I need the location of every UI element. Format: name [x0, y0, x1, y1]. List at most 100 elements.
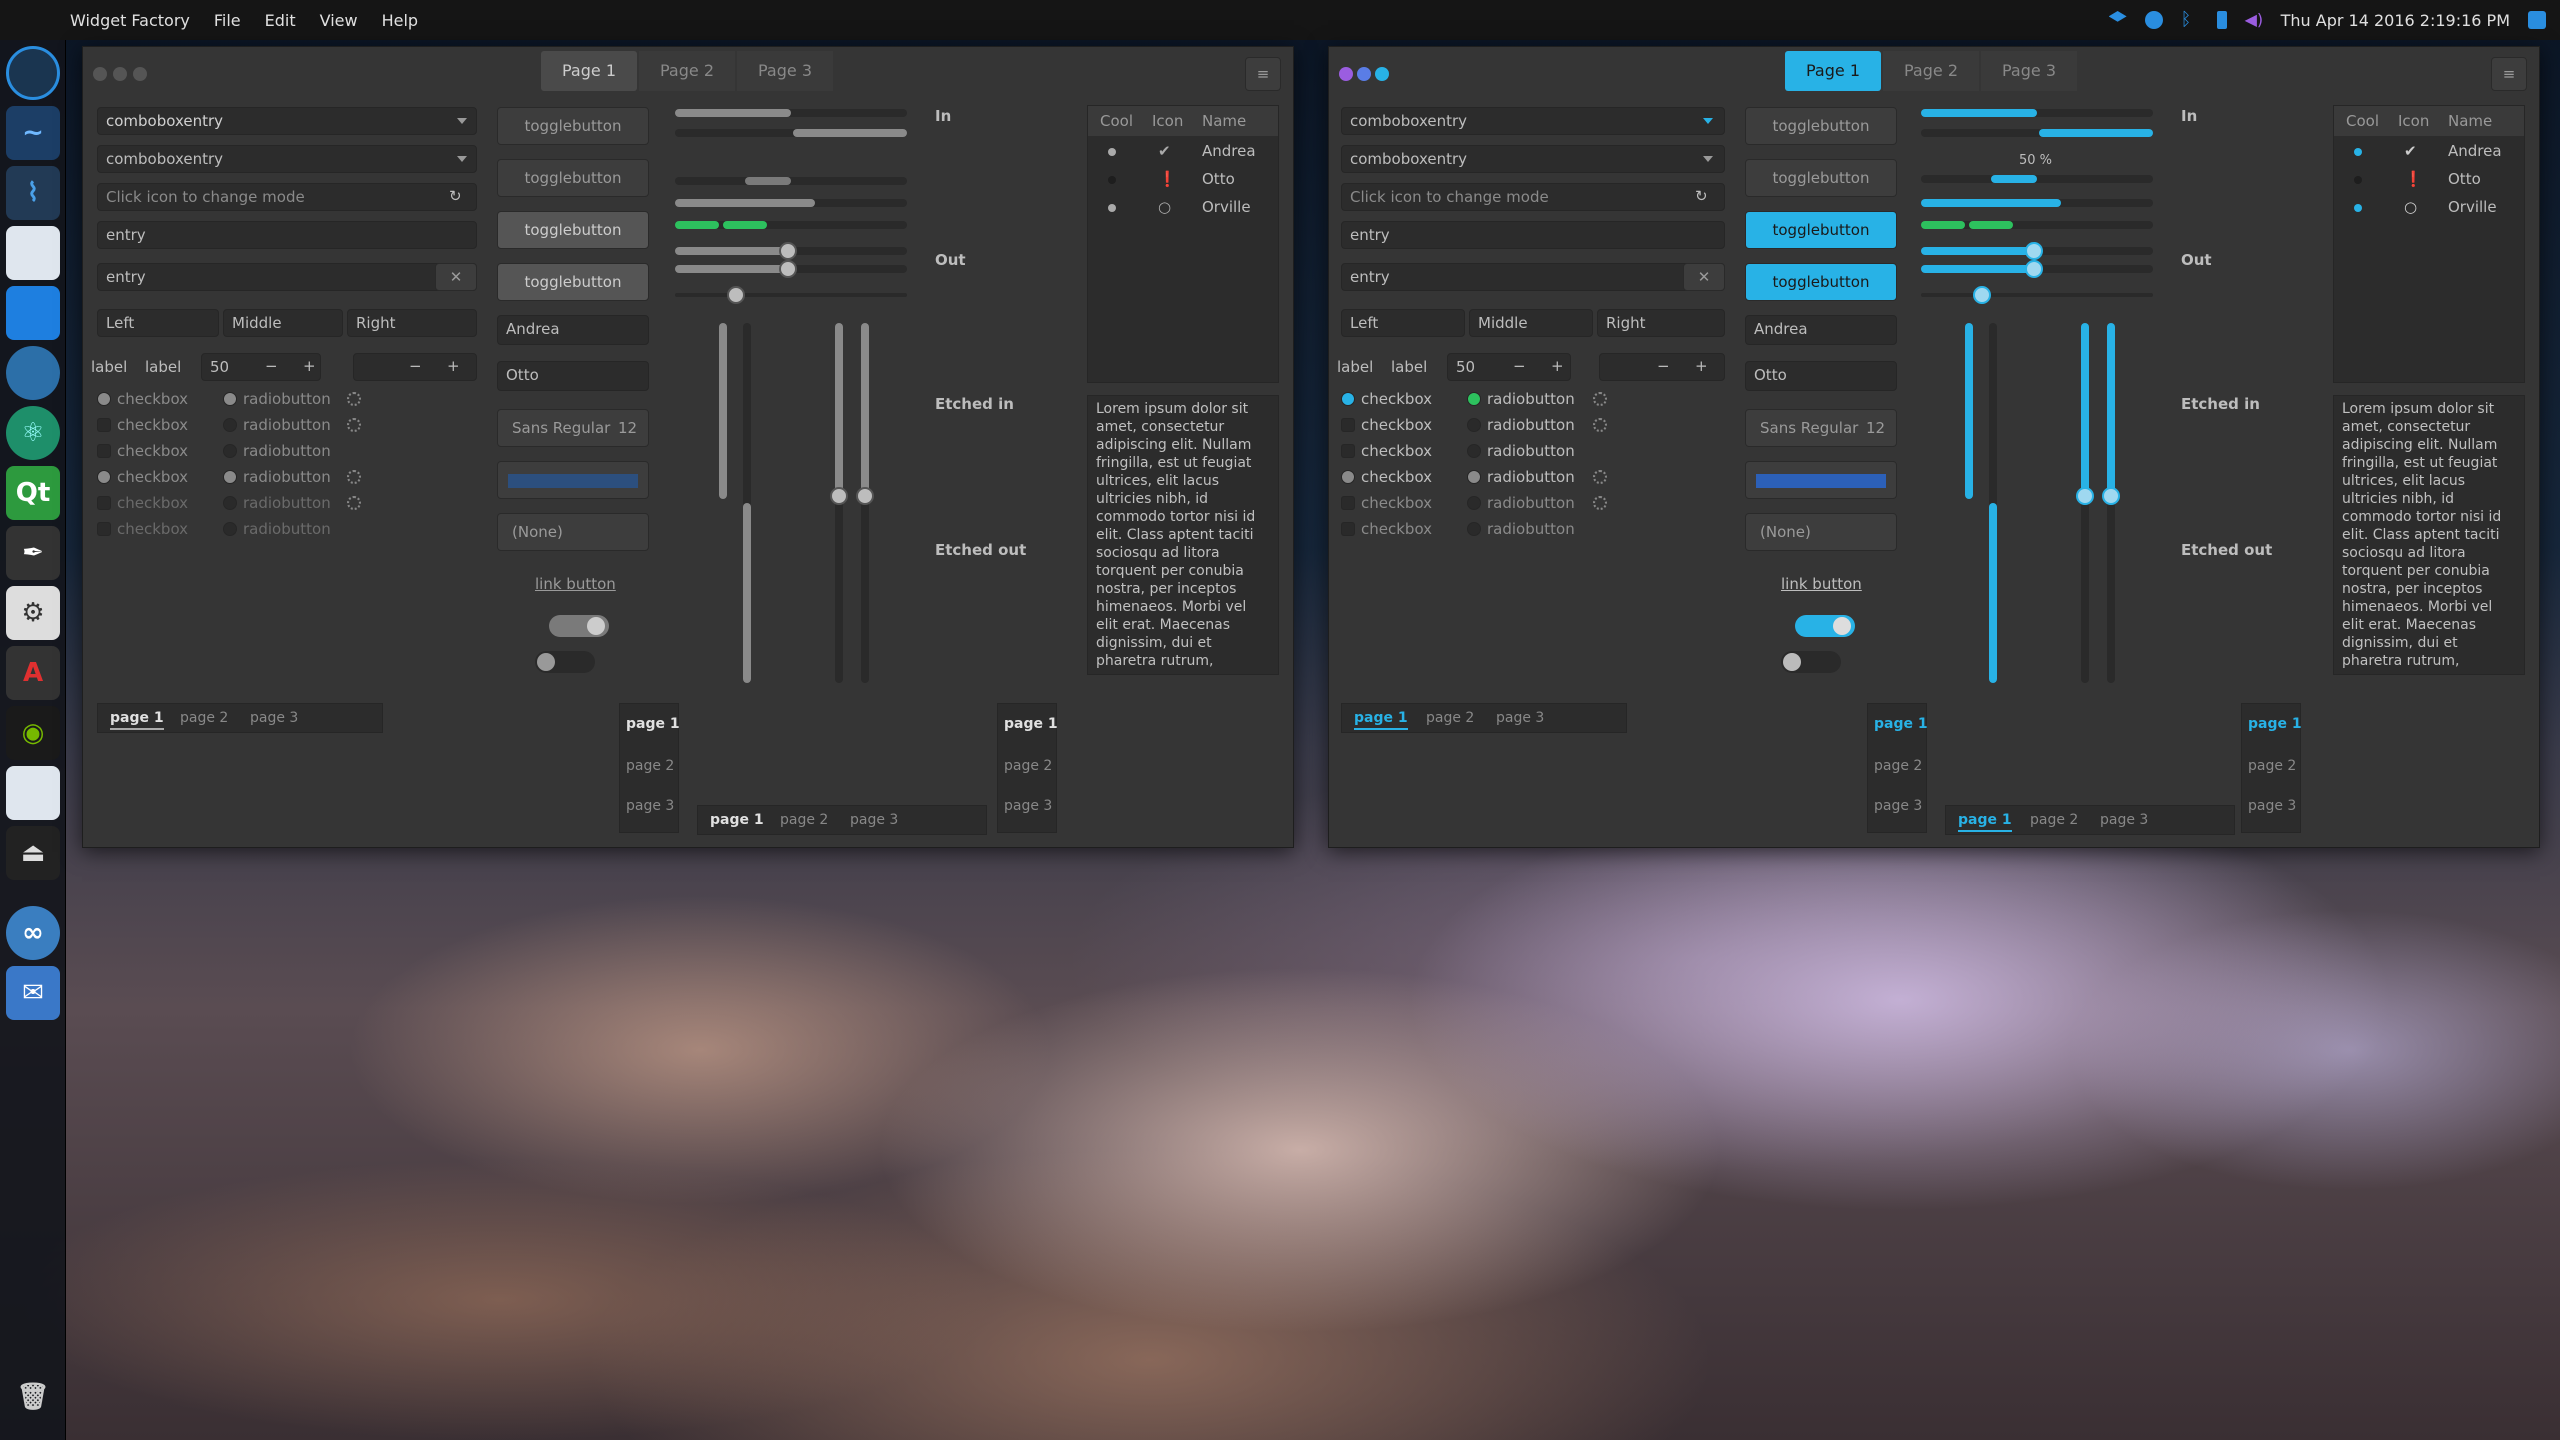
checkbox[interactable]	[97, 444, 111, 458]
tab-page-2[interactable]: page 2	[626, 758, 674, 774]
maximize-button[interactable]	[1375, 67, 1389, 81]
radiobutton[interactable]	[223, 392, 237, 406]
spin-plus-button[interactable]: +	[1695, 357, 1708, 375]
tab-page-1[interactable]: Page 1	[541, 51, 637, 91]
tab-page-2[interactable]: page 2	[1004, 758, 1052, 774]
switch-on[interactable]	[549, 615, 609, 637]
tab-page-1[interactable]: page 1	[1004, 716, 1058, 732]
entry-field-1[interactable]: entry	[1341, 221, 1725, 249]
radiobutton[interactable]	[1467, 392, 1481, 406]
minimize-button[interactable]	[1357, 67, 1371, 81]
tab-page-1[interactable]: page 1	[1354, 710, 1408, 730]
clear-icon[interactable]: ✕	[1683, 263, 1725, 291]
radiobutton[interactable]	[1467, 470, 1481, 484]
toggle-button-4[interactable]: togglebutton	[1745, 263, 1897, 301]
tab-page-3[interactable]: page 3	[850, 812, 898, 828]
scale-handle[interactable]	[2025, 242, 2043, 260]
activity-monitor-icon[interactable]: ⌇	[6, 166, 60, 220]
combo-andrea[interactable]: Andrea	[497, 315, 649, 345]
scale-handle[interactable]	[2102, 487, 2120, 505]
file-chooser-button[interactable]: (None)	[1745, 513, 1897, 551]
dash-icon[interactable]	[6, 46, 60, 100]
chevron-down-icon[interactable]	[1703, 118, 1713, 124]
refresh-icon[interactable]: ↻	[1695, 187, 1708, 205]
switch-off[interactable]	[1781, 651, 1841, 673]
tab-page-3[interactable]: Page 3	[737, 51, 833, 91]
hamburger-menu-icon[interactable]: ≡	[1245, 57, 1281, 91]
settings-icon[interactable]: ⚙	[6, 586, 60, 640]
tab-page-3[interactable]: page 3	[250, 710, 298, 726]
scale-handle[interactable]	[2025, 260, 2043, 278]
vscale-2[interactable]	[1989, 323, 1997, 683]
file-chooser-button[interactable]: (None)	[497, 513, 649, 551]
tab-page-3[interactable]: page 3	[1004, 798, 1052, 814]
cool-radio[interactable]	[1108, 148, 1116, 156]
battery-icon[interactable]	[2216, 11, 2227, 29]
chevron-down-icon[interactable]	[1703, 156, 1713, 162]
checkbox[interactable]	[97, 470, 111, 484]
session-icon[interactable]	[2528, 11, 2546, 29]
qt-creator-icon[interactable]: Qt	[6, 466, 60, 520]
text-view[interactable]: Lorem ipsum dolor sit amet, consectetur …	[1087, 395, 1279, 675]
toggle-button-2[interactable]: togglebutton	[1745, 159, 1897, 197]
align-middle-combo[interactable]: Middle	[223, 309, 343, 337]
tab-page-2[interactable]: page 2	[180, 710, 228, 726]
combo-andrea[interactable]: Andrea	[1745, 315, 1897, 345]
spin-plus-button[interactable]: +	[303, 357, 316, 375]
scale-handle[interactable]	[779, 260, 797, 278]
files-icon[interactable]	[6, 226, 60, 280]
sync-icon[interactable]: ∞	[6, 906, 60, 960]
switch-off[interactable]	[535, 651, 595, 673]
tab-page-1[interactable]: page 1	[1958, 812, 2012, 832]
tree-view[interactable]: Cool Icon Name ✔ Andrea ❗ Otto ○ Orville	[1087, 105, 1279, 383]
cool-radio[interactable]	[2354, 148, 2362, 156]
scale-handle[interactable]	[2076, 487, 2094, 505]
scale-handle[interactable]	[830, 487, 848, 505]
tab-page-1[interactable]: page 1	[710, 812, 764, 828]
scale-3[interactable]	[1921, 293, 2153, 297]
column-name[interactable]: Name	[2448, 112, 2492, 130]
tab-page-1[interactable]: page 1	[2248, 716, 2302, 732]
scale-handle[interactable]	[727, 286, 745, 304]
tab-page-3[interactable]: page 3	[2100, 812, 2148, 828]
network-icon[interactable]	[2144, 11, 2163, 29]
bluetooth-icon[interactable]: ᛒ	[2181, 11, 2199, 29]
tree-row-name[interactable]: Orville	[1202, 198, 1251, 216]
scale-3[interactable]	[675, 293, 907, 297]
link-button[interactable]: link button	[1781, 575, 1862, 593]
checkbox[interactable]	[97, 496, 111, 510]
color-button[interactable]	[497, 461, 649, 499]
tab-page-3[interactable]: page 3	[1496, 710, 1544, 726]
radiobutton[interactable]	[223, 470, 237, 484]
cool-radio[interactable]	[2354, 176, 2362, 184]
tree-row-name[interactable]: Otto	[1202, 170, 1235, 188]
spin-plus-button[interactable]: +	[447, 357, 460, 375]
align-left-combo[interactable]: Left	[1341, 309, 1465, 337]
toggle-button-1[interactable]: togglebutton	[497, 107, 649, 145]
menu-file[interactable]: File	[214, 11, 241, 30]
scale-handle[interactable]	[1973, 286, 1991, 304]
spin-plus-button[interactable]: +	[1551, 357, 1564, 375]
tab-page-2[interactable]: page 2	[2030, 812, 2078, 828]
chevron-down-icon[interactable]	[457, 118, 467, 124]
tree-row-name[interactable]: Otto	[2448, 170, 2481, 188]
column-icon[interactable]: Icon	[2398, 112, 2429, 130]
trash-icon[interactable]: 🗑	[6, 1370, 60, 1424]
refresh-icon[interactable]: ↻	[449, 187, 462, 205]
checkbox[interactable]	[1341, 522, 1355, 536]
tab-page-2[interactable]: Page 2	[1883, 51, 1979, 91]
column-name[interactable]: Name	[1202, 112, 1246, 130]
checkbox[interactable]	[1341, 392, 1355, 406]
cool-radio[interactable]	[1108, 176, 1116, 184]
combobox-entry-2[interactable]: comboboxentry	[1341, 145, 1725, 173]
close-button[interactable]	[93, 67, 107, 81]
align-right-combo[interactable]: Right	[1597, 309, 1725, 337]
entry-field-2[interactable]: entry	[1341, 263, 1725, 291]
hamburger-menu-icon[interactable]: ≡	[2491, 57, 2527, 91]
radiobutton[interactable]	[223, 496, 237, 510]
tab-page-1[interactable]: page 1	[626, 716, 680, 732]
checkbox[interactable]	[1341, 444, 1355, 458]
maximize-button[interactable]	[133, 67, 147, 81]
combo-otto[interactable]: Otto	[1745, 361, 1897, 391]
toggle-button-3[interactable]: togglebutton	[1745, 211, 1897, 249]
